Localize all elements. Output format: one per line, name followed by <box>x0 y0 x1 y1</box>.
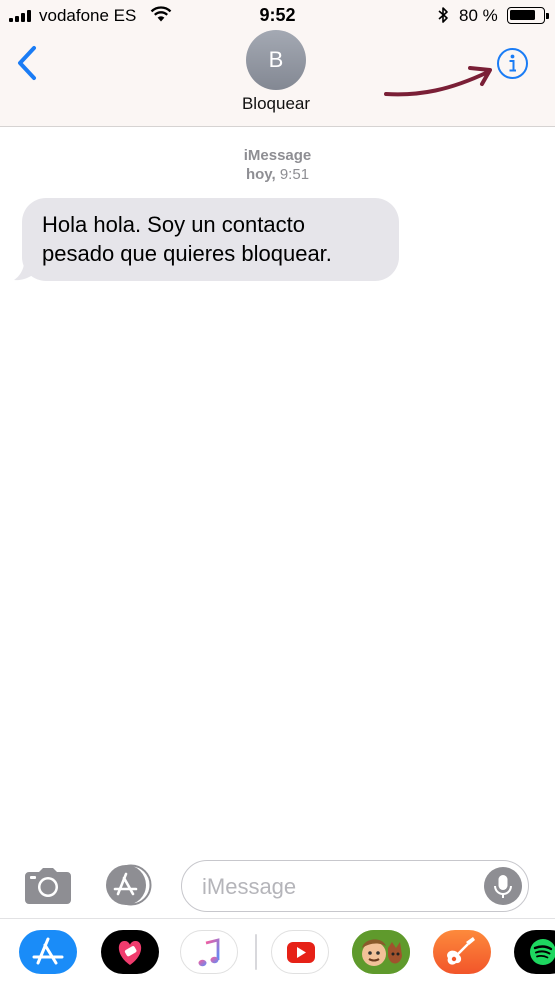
digital-touch-heart-icon[interactable] <box>101 930 159 974</box>
service-label: iMessage <box>243 147 312 164</box>
microphone-button[interactable] <box>484 867 522 905</box>
contact-avatar[interactable]: B <box>246 30 306 90</box>
message-input-placeholder: iMessage <box>202 874 297 899</box>
gardenscapes-app-icon[interactable] <box>352 930 410 974</box>
message-input[interactable]: iMessage <box>181 860 529 912</box>
microphone-icon <box>494 875 512 898</box>
timestamp-day: hoy, <box>245 166 276 183</box>
info-icon[interactable] <box>496 47 529 80</box>
garageband-app-icon[interactable] <box>433 930 491 974</box>
battery-level-fill <box>510 10 535 20</box>
app-drawer-separator <box>255 934 257 970</box>
youtube-app-icon[interactable] <box>271 930 329 974</box>
status-bar: vodafone ES 9:52 80 % <box>0 0 555 30</box>
app-drawer-divider <box>0 918 555 919</box>
app-store-app-icon[interactable] <box>19 930 77 974</box>
music-app-icon[interactable] <box>180 930 238 974</box>
bluetooth-icon <box>438 7 448 23</box>
incoming-message-bubble[interactable]: Hola hola. Soy un contacto pesado que qu… <box>22 198 399 281</box>
contact-name[interactable]: Bloquear <box>176 94 376 114</box>
spotify-app-icon[interactable] <box>514 930 555 974</box>
battery-percentage: 80 % <box>459 6 498 25</box>
timestamp-time: 9:51 <box>279 166 310 183</box>
app-store-drawer-button[interactable] <box>103 864 157 906</box>
battery-icon <box>507 7 549 24</box>
annotation-arrow-icon <box>384 66 492 97</box>
back-chevron-icon[interactable] <box>12 44 44 82</box>
message-timestamp: hoy, 9:51 <box>0 166 555 183</box>
camera-icon[interactable] <box>23 867 73 905</box>
